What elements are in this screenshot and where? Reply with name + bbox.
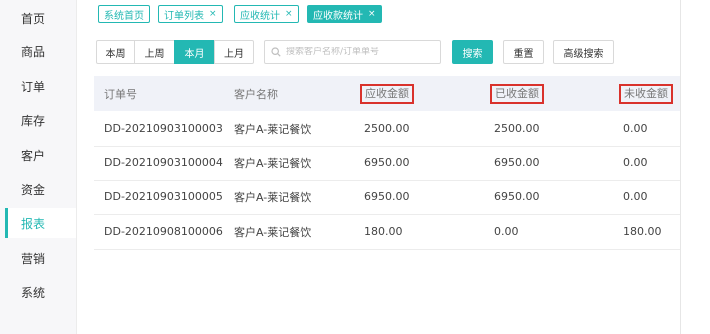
cell-received: 0.00 xyxy=(494,225,519,238)
close-icon[interactable]: × xyxy=(368,9,376,19)
cell-order-no: DD-20210903100005 xyxy=(104,190,223,203)
sidebar-item-funds[interactable]: 资金 xyxy=(5,174,76,204)
close-icon[interactable]: × xyxy=(209,9,217,19)
tab-label: 订单列表 xyxy=(164,10,204,22)
cell-unreceived: 0.00 xyxy=(623,156,648,169)
content-border xyxy=(680,0,681,334)
sidebar-item-products[interactable]: 商品 xyxy=(5,36,76,66)
sidebar-item-customers[interactable]: 客户 xyxy=(5,140,76,170)
cell-order-no: DD-20210908100006 xyxy=(104,225,223,238)
tab-receivable-amount-stats[interactable]: 应收款统计 × xyxy=(307,5,382,23)
column-header-receivable: 应收金额 xyxy=(360,76,414,111)
cell-customer: 客户A-莱记餐饮 xyxy=(234,122,312,136)
search-input[interactable] xyxy=(281,47,436,57)
period-this-week[interactable]: 本周 xyxy=(96,40,135,64)
cell-received: 6950.00 xyxy=(494,190,540,203)
period-last-month[interactable]: 上月 xyxy=(214,40,254,64)
cell-customer: 客户A-莱记餐饮 xyxy=(234,225,312,239)
reset-button[interactable]: 重置 xyxy=(503,40,544,64)
cell-unreceived: 0.00 xyxy=(623,122,648,135)
cell-received: 2500.00 xyxy=(494,122,540,135)
column-header-unreceived: 未收金额 xyxy=(619,76,673,111)
tab-receivable-stats[interactable]: 应收统计 × xyxy=(234,5,299,23)
table-row[interactable]: DD-20210903100003 客户A-莱记餐饮 2500.00 2500.… xyxy=(94,111,680,147)
close-icon[interactable]: × xyxy=(285,9,293,19)
tab-label: 应收款统计 xyxy=(313,10,363,22)
sidebar-item-inventory[interactable]: 库存 xyxy=(5,105,76,135)
sidebar-item-orders[interactable]: 订单 xyxy=(5,71,76,101)
period-last-week[interactable]: 上周 xyxy=(134,40,175,64)
search-box[interactable] xyxy=(264,40,441,64)
cell-customer: 客户A-莱记餐饮 xyxy=(234,190,312,204)
sidebar-item-system[interactable]: 系统 xyxy=(5,277,76,307)
period-this-month[interactable]: 本月 xyxy=(174,40,215,64)
cell-order-no: DD-20210903100004 xyxy=(104,156,223,169)
highlight-box: 已收金额 xyxy=(490,83,544,104)
table-row[interactable]: DD-20210908100006 客户A-莱记餐饮 180.00 0.00 1… xyxy=(94,214,680,250)
sidebar: 首页 商品 订单 库存 客户 资金 报表 营销 系统 xyxy=(0,0,77,334)
column-header-customer: 客户名称 xyxy=(234,87,278,101)
tab-home[interactable]: 系统首页 xyxy=(98,5,150,23)
cell-unreceived: 0.00 xyxy=(623,190,648,203)
cell-receivable: 2500.00 xyxy=(364,122,410,135)
table-row[interactable]: DD-20210903100005 客户A-莱记餐饮 6950.00 6950.… xyxy=(94,179,680,215)
cell-customer: 客户A-莱记餐饮 xyxy=(234,156,312,170)
column-header-received: 已收金额 xyxy=(490,76,544,111)
tab-label: 应收统计 xyxy=(240,10,280,22)
table-row[interactable]: DD-20210903100004 客户A-莱记餐饮 6950.00 6950.… xyxy=(94,145,680,181)
tab-label: 系统首页 xyxy=(104,10,144,22)
cell-receivable: 6950.00 xyxy=(364,156,410,169)
cell-receivable: 180.00 xyxy=(364,225,403,238)
sidebar-item-marketing[interactable]: 营销 xyxy=(5,243,76,273)
search-icon xyxy=(271,47,281,57)
sidebar-item-home[interactable]: 首页 xyxy=(5,3,76,33)
cell-received: 6950.00 xyxy=(494,156,540,169)
highlight-box: 未收金额 xyxy=(619,83,673,104)
search-button[interactable]: 搜索 xyxy=(452,40,493,64)
cell-order-no: DD-20210903100003 xyxy=(104,122,223,135)
highlight-box: 应收金额 xyxy=(360,83,414,104)
tab-order-list[interactable]: 订单列表 × xyxy=(158,5,223,23)
cell-unreceived: 180.00 xyxy=(623,225,662,238)
cell-receivable: 6950.00 xyxy=(364,190,410,203)
column-header-order-no: 订单号 xyxy=(104,87,137,101)
sidebar-item-reports[interactable]: 报表 xyxy=(5,208,76,238)
table-header: 订单号 客户名称 应收金额 已收金额 未收金额 xyxy=(94,76,680,111)
advanced-search-button[interactable]: 高级搜索 xyxy=(553,40,614,64)
